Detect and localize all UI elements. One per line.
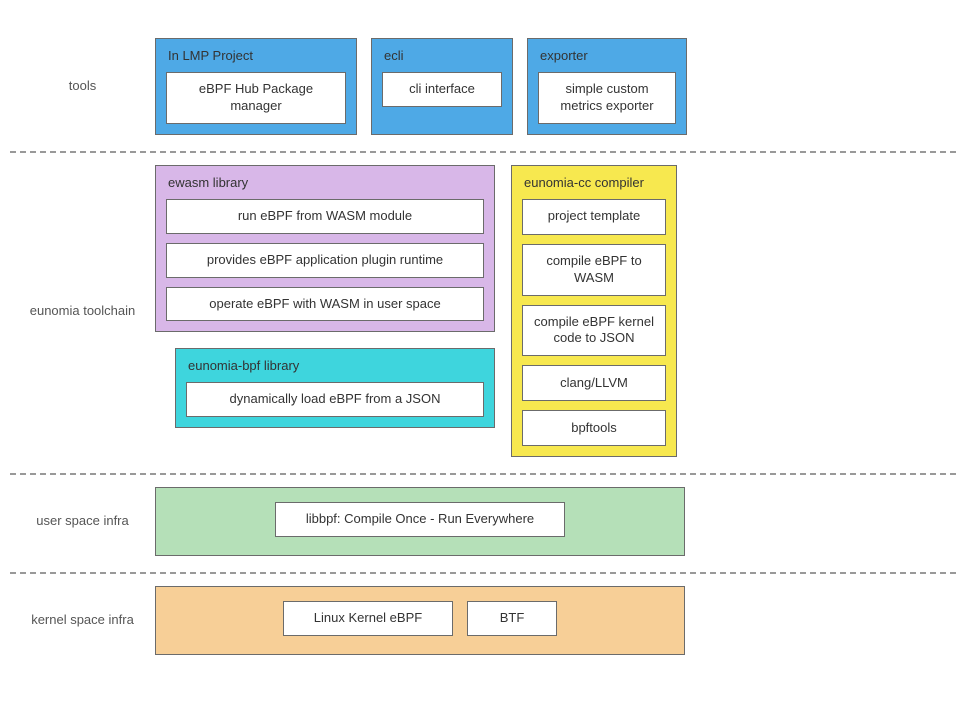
row-label-kernel-space: kernel space infra [10, 612, 155, 629]
block-lmp-project: In LMP Project eBPF Hub Package manager [155, 38, 357, 135]
inner-row: Linux Kernel eBPF BTF [156, 587, 684, 654]
item-run-ebpf-wasm: run eBPF from WASM module [166, 199, 484, 234]
item-operate-ebpf-wasm: operate eBPF with WASM in user space [166, 287, 484, 322]
block-ewasm-library: ewasm library run eBPF from WASM module … [155, 165, 495, 333]
block-kernel-space: Linux Kernel eBPF BTF [155, 586, 685, 655]
block-title: eunomia-cc compiler [524, 175, 664, 190]
item-bpftools: bpftools [522, 410, 666, 446]
row-label-user-space: user space infra [10, 513, 155, 530]
row-content-tools: In LMP Project eBPF Hub Package manager … [155, 38, 956, 135]
block-eunomia-bpf-library: eunomia-bpf library dynamically load eBP… [175, 348, 495, 428]
item-metrics-exporter: simple custom metrics exporter [538, 72, 676, 124]
toolchain-columns: ewasm library run eBPF from WASM module … [155, 165, 956, 458]
row-content-toolchain: ewasm library run eBPF from WASM module … [155, 165, 956, 458]
item-load-ebpf-json: dynamically load eBPF from a JSON [186, 382, 484, 417]
item-project-template: project template [522, 199, 666, 235]
block-exporter: exporter simple custom metrics exporter [527, 38, 687, 135]
row-kernel-space: kernel space infra Linux Kernel eBPF BTF [10, 578, 956, 667]
toolchain-left-col: ewasm library run eBPF from WASM module … [155, 165, 495, 429]
item-cli-interface: cli interface [382, 72, 502, 107]
row-tools: tools In LMP Project eBPF Hub Package ma… [10, 30, 956, 147]
block-title: ecli [384, 48, 500, 63]
block-title: eunomia-bpf library [188, 358, 482, 373]
block-eunomia-cc-compiler: eunomia-cc compiler project template com… [511, 165, 677, 458]
block-title: exporter [540, 48, 674, 63]
item-compile-kernel-json: compile eBPF kernel code to JSON [522, 305, 666, 357]
row-user-space: user space infra libbpf: Compile Once - … [10, 479, 956, 568]
row-label-tools: tools [10, 78, 155, 95]
divider [10, 572, 956, 574]
item-libbpf: libbpf: Compile Once - Run Everywhere [275, 502, 565, 537]
item-compile-ebpf-wasm: compile eBPF to WASM [522, 244, 666, 296]
inner-row: libbpf: Compile Once - Run Everywhere [156, 488, 684, 555]
block-title: In LMP Project [168, 48, 344, 63]
row-toolchain: eunomia toolchain ewasm library run eBPF… [10, 157, 956, 470]
divider [10, 151, 956, 153]
row-content-kernel-space: Linux Kernel eBPF BTF [155, 586, 956, 655]
divider [10, 473, 956, 475]
item-btf: BTF [467, 601, 557, 636]
block-ecli: ecli cli interface [371, 38, 513, 135]
item-plugin-runtime: provides eBPF application plugin runtime [166, 243, 484, 278]
item-clang-llvm: clang/LLVM [522, 365, 666, 401]
item-ebpf-hub-pkg-mgr: eBPF Hub Package manager [166, 72, 346, 124]
block-title: ewasm library [168, 175, 482, 190]
row-label-toolchain: eunomia toolchain [10, 303, 155, 320]
block-user-space: libbpf: Compile Once - Run Everywhere [155, 487, 685, 556]
item-linux-kernel-ebpf: Linux Kernel eBPF [283, 601, 453, 636]
row-content-user-space: libbpf: Compile Once - Run Everywhere [155, 487, 956, 556]
